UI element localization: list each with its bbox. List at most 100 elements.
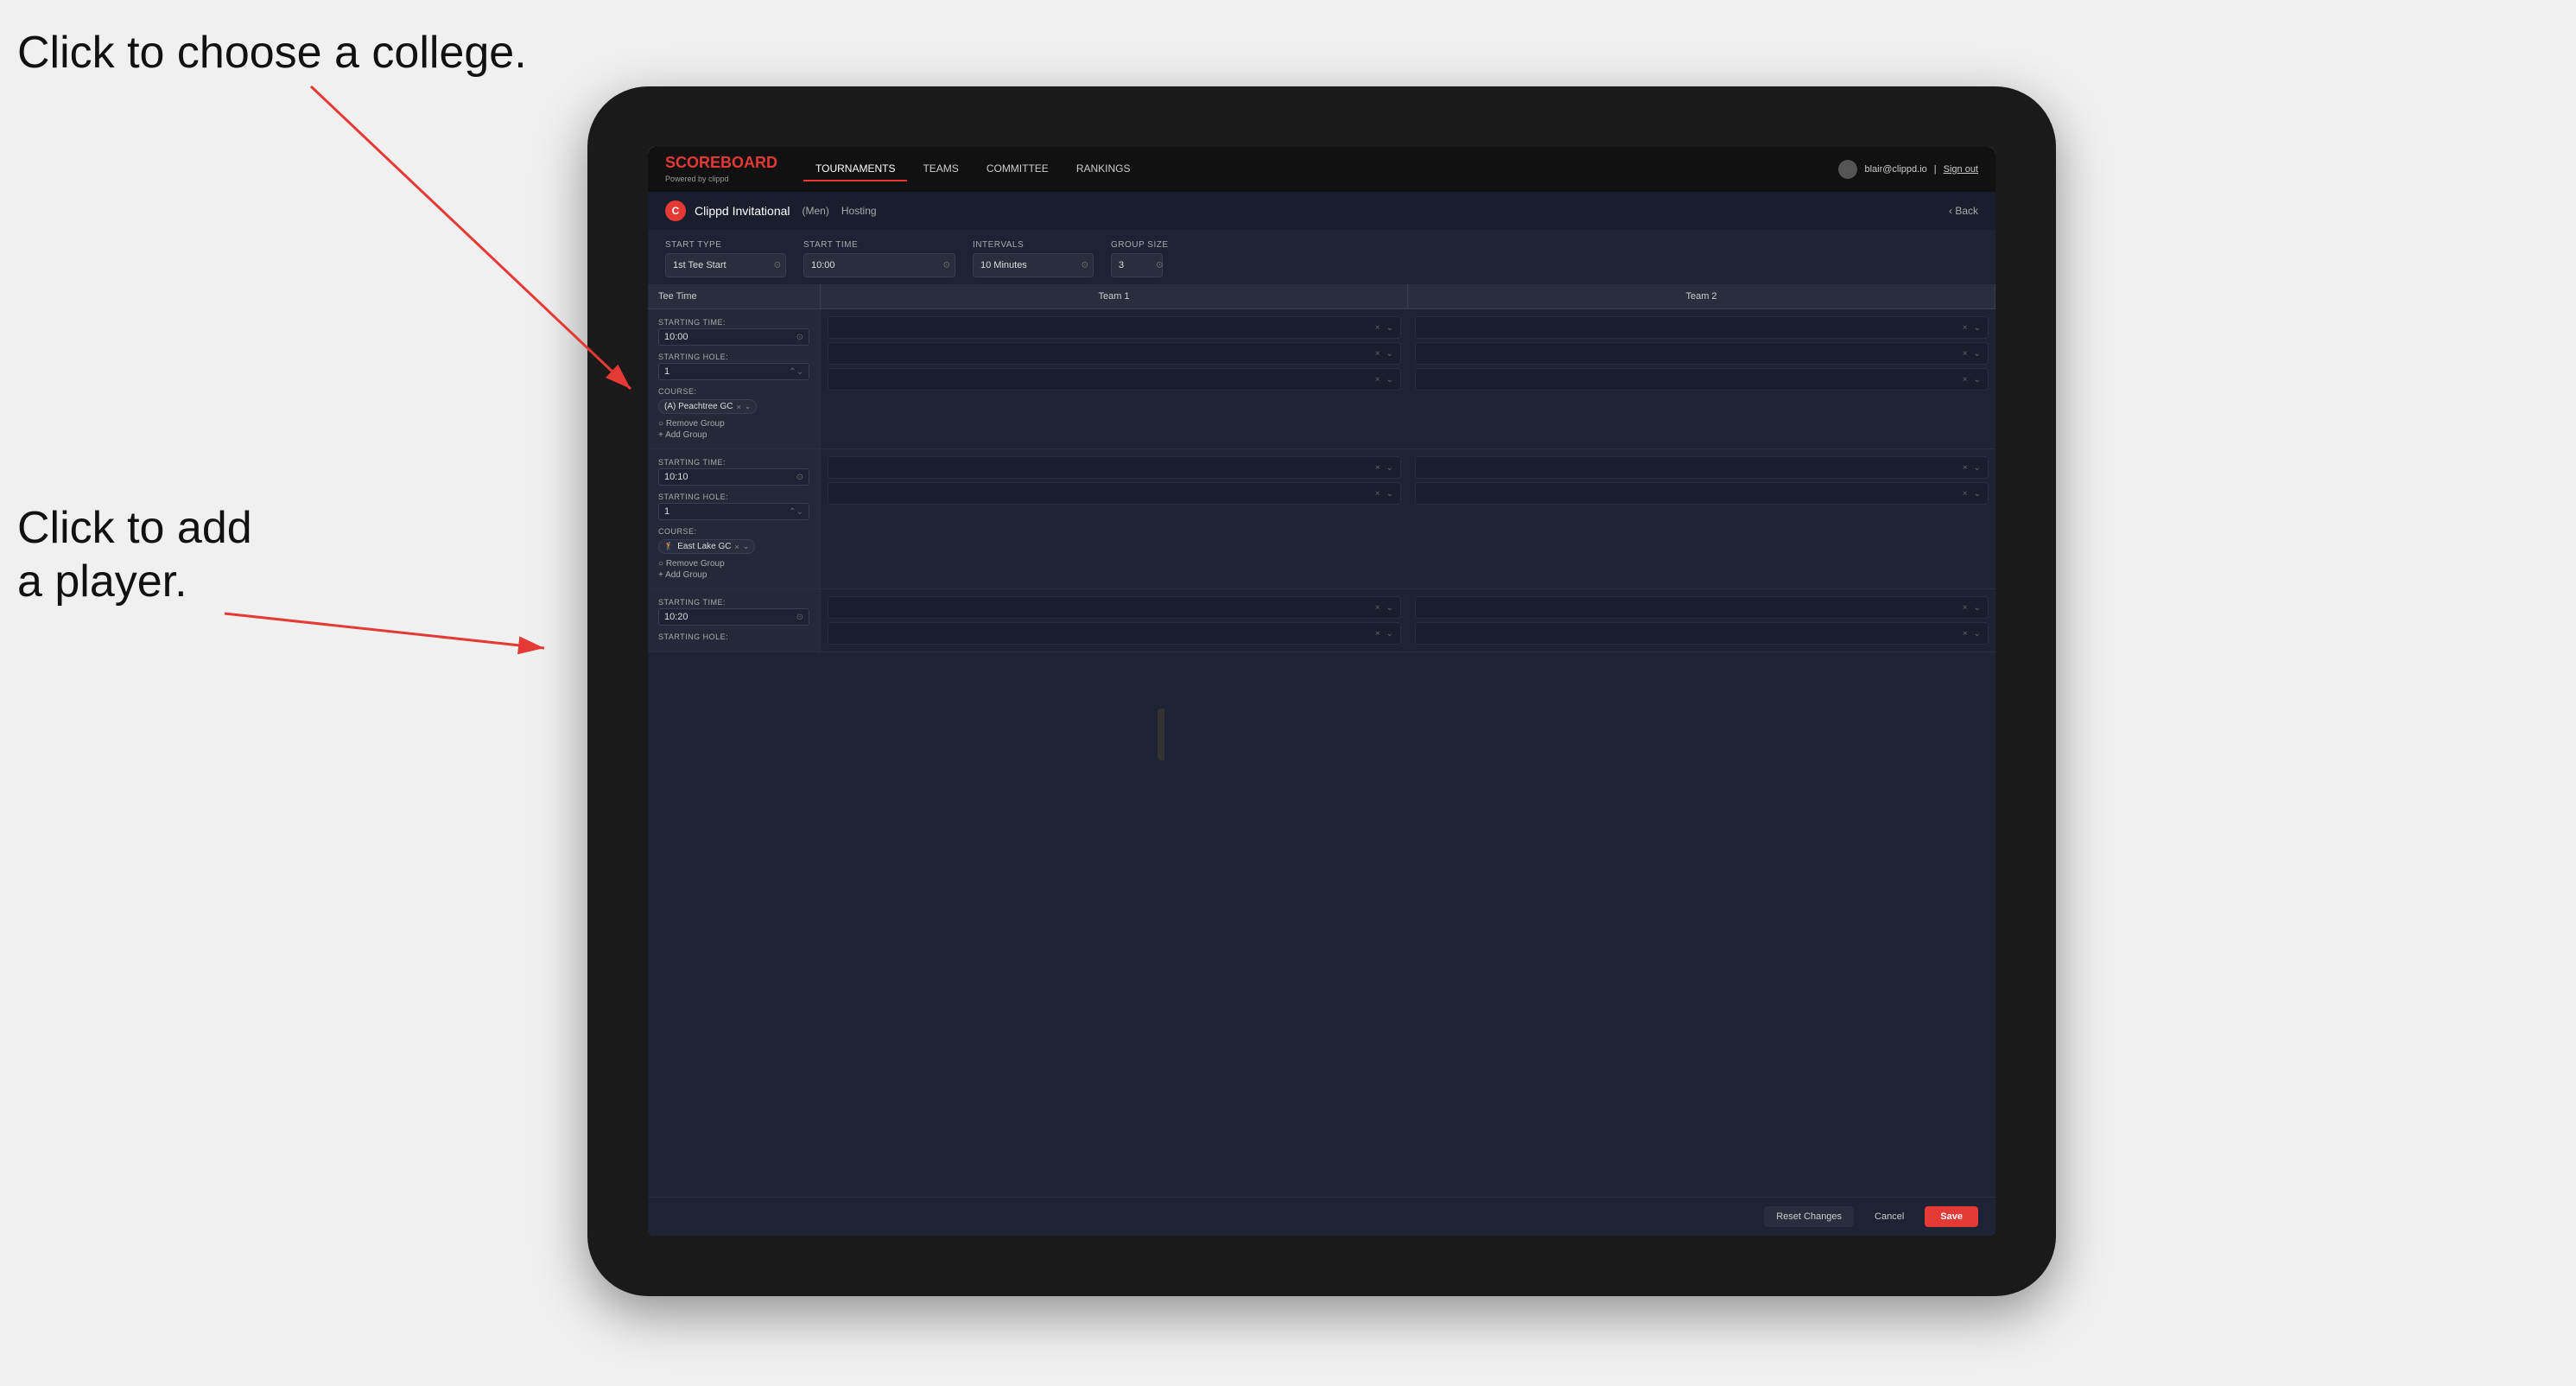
remove-player-btn[interactable]: × bbox=[1961, 629, 1970, 639]
user-avatar bbox=[1838, 160, 1857, 179]
add-group-2[interactable]: + Add Group bbox=[658, 570, 809, 580]
table-row: STARTING TIME: 10:10 ⊙ STARTING HOLE: 1 … bbox=[648, 449, 1995, 589]
starting-hole-value-2[interactable]: 1 ⌃⌄ bbox=[658, 503, 809, 520]
player-slot[interactable]: × ⌄ bbox=[828, 316, 1401, 339]
slot-actions: × ⌄ bbox=[1374, 463, 1395, 473]
player-slot[interactable]: × ⌄ bbox=[1415, 482, 1989, 505]
reorder-player-btn[interactable]: ⌄ bbox=[1972, 603, 1983, 613]
remove-player-btn[interactable]: × bbox=[1374, 375, 1382, 385]
team2-col-3: × ⌄ × ⌄ bbox=[1408, 589, 1995, 652]
remove-player-btn[interactable]: × bbox=[1374, 463, 1382, 473]
remove-player-btn[interactable]: × bbox=[1374, 603, 1382, 613]
slot-actions: × ⌄ bbox=[1961, 489, 1983, 499]
player-slot[interactable]: × ⌄ bbox=[1415, 596, 1989, 619]
starting-hole-label: STARTING HOLE: bbox=[658, 493, 809, 501]
remove-course-2[interactable]: × bbox=[734, 543, 739, 551]
nav-committee[interactable]: COMMITTEE bbox=[974, 157, 1061, 181]
player-slot[interactable]: × ⌄ bbox=[828, 342, 1401, 365]
player-slot[interactable]: × ⌄ bbox=[828, 596, 1401, 619]
info-icon-4: ⌃⌄ bbox=[789, 507, 803, 517]
reorder-player-btn[interactable]: ⌄ bbox=[1385, 349, 1395, 359]
reorder-player-btn[interactable]: ⌄ bbox=[1385, 323, 1395, 333]
player-slot[interactable]: × ⌄ bbox=[828, 622, 1401, 645]
player-slot[interactable]: × ⌄ bbox=[1415, 368, 1989, 391]
reorder-player-btn[interactable]: ⌄ bbox=[1385, 629, 1395, 639]
intervals-select[interactable]: 10 Minutes 8 Minutes 12 Minutes bbox=[973, 253, 1094, 277]
remove-player-btn[interactable]: × bbox=[1961, 323, 1970, 333]
reorder-player-btn[interactable]: ⌄ bbox=[1972, 375, 1983, 385]
remove-course-1[interactable]: × bbox=[736, 403, 740, 411]
course-expand-1[interactable]: ⌄ bbox=[745, 402, 752, 411]
table-body: STARTING TIME: 10:00 ⊙ STARTING HOLE: 1 … bbox=[648, 309, 1995, 1197]
group-actions-1: ○ Remove Group + Add Group bbox=[658, 419, 809, 440]
remove-player-btn[interactable]: × bbox=[1961, 349, 1970, 359]
start-type-group: Start Type 1st Tee Start Shotgun Start bbox=[665, 240, 786, 277]
remove-group-1[interactable]: ○ Remove Group bbox=[658, 419, 809, 429]
remove-player-btn[interactable]: × bbox=[1961, 489, 1970, 499]
starting-time-label: STARTING TIME: bbox=[658, 318, 809, 327]
course-tag-2[interactable]: 🏌 East Lake GC × ⌄ bbox=[658, 539, 755, 554]
starting-hole-label: STARTING HOLE: bbox=[658, 353, 809, 361]
player-slot[interactable]: × ⌄ bbox=[828, 482, 1401, 505]
starting-time-label: STARTING TIME: bbox=[658, 458, 809, 467]
remove-group-2[interactable]: ○ Remove Group bbox=[658, 559, 809, 569]
player-slot[interactable]: × ⌄ bbox=[828, 456, 1401, 479]
reset-changes-button[interactable]: Reset Changes bbox=[1764, 1206, 1854, 1227]
reorder-player-btn[interactable]: ⌄ bbox=[1385, 603, 1395, 613]
intervals-wrapper: 10 Minutes 8 Minutes 12 Minutes bbox=[973, 253, 1094, 277]
back-button[interactable]: Back bbox=[1949, 205, 1978, 217]
course-expand-2[interactable]: ⌄ bbox=[743, 542, 750, 551]
tablet-frame: SCOREBOARD Powered by clippd TOURNAMENTS… bbox=[587, 86, 2056, 1296]
nav-tournaments[interactable]: TOURNAMENTS bbox=[803, 157, 907, 181]
course-label-1: COURSE: bbox=[658, 387, 809, 396]
remove-player-btn[interactable]: × bbox=[1961, 603, 1970, 613]
slot-actions: × ⌄ bbox=[1374, 603, 1395, 613]
reorder-player-btn[interactable]: ⌄ bbox=[1972, 349, 1983, 359]
group-size-select[interactable]: 3 2 4 bbox=[1111, 253, 1163, 277]
remove-player-btn[interactable]: × bbox=[1961, 463, 1970, 473]
intervals-label: Intervals bbox=[973, 240, 1094, 250]
slot-actions: × ⌄ bbox=[1374, 489, 1395, 499]
reorder-player-btn[interactable]: ⌄ bbox=[1972, 463, 1983, 473]
slot-actions: × ⌄ bbox=[1374, 375, 1395, 385]
starting-time-value-3[interactable]: 10:20 ⊙ bbox=[658, 608, 809, 626]
table-row: STARTING TIME: 10:00 ⊙ STARTING HOLE: 1 … bbox=[648, 309, 1995, 449]
reorder-player-btn[interactable]: ⌄ bbox=[1972, 323, 1983, 333]
start-type-select[interactable]: 1st Tee Start Shotgun Start bbox=[665, 253, 786, 277]
player-slot[interactable]: × ⌄ bbox=[1415, 316, 1989, 339]
slot-actions: × ⌄ bbox=[1961, 349, 1983, 359]
reorder-player-btn[interactable]: ⌄ bbox=[1385, 489, 1395, 499]
intervals-group: Intervals 10 Minutes 8 Minutes 12 Minute… bbox=[973, 240, 1094, 277]
add-group-1[interactable]: + Add Group bbox=[658, 430, 809, 440]
slot-actions: × ⌄ bbox=[1961, 603, 1983, 613]
nav-rankings[interactable]: RANKINGS bbox=[1064, 157, 1143, 181]
course-tag-1[interactable]: (A) Peachtree GC × ⌄ bbox=[658, 399, 757, 414]
group-size-label: Group Size bbox=[1111, 240, 1169, 250]
starting-time-value-2[interactable]: 10:10 ⊙ bbox=[658, 468, 809, 486]
slot-actions: × ⌄ bbox=[1374, 349, 1395, 359]
player-slot[interactable]: × ⌄ bbox=[1415, 622, 1989, 645]
reorder-player-btn[interactable]: ⌄ bbox=[1972, 629, 1983, 639]
remove-player-btn[interactable]: × bbox=[1374, 489, 1382, 499]
remove-player-btn[interactable]: × bbox=[1374, 349, 1382, 359]
remove-player-btn[interactable]: × bbox=[1961, 375, 1970, 385]
start-time-input[interactable] bbox=[803, 253, 955, 277]
slot-actions: × ⌄ bbox=[1961, 375, 1983, 385]
starting-hole-value-1[interactable]: 1 ⌃⌄ bbox=[658, 363, 809, 380]
starting-time-value-1[interactable]: 10:00 ⊙ bbox=[658, 328, 809, 346]
col-team1: Team 1 bbox=[821, 284, 1408, 308]
nav-teams[interactable]: TEAMS bbox=[910, 157, 970, 181]
reorder-player-btn[interactable]: ⌄ bbox=[1972, 489, 1983, 499]
tablet-side-button[interactable] bbox=[1158, 709, 1164, 760]
player-slot[interactable]: × ⌄ bbox=[1415, 342, 1989, 365]
player-slot[interactable]: × ⌄ bbox=[828, 368, 1401, 391]
cancel-button[interactable]: Cancel bbox=[1862, 1206, 1916, 1227]
remove-player-btn[interactable]: × bbox=[1374, 323, 1382, 333]
reorder-player-btn[interactable]: ⌄ bbox=[1385, 375, 1395, 385]
save-button[interactable]: Save bbox=[1925, 1206, 1978, 1227]
col-tee-time: Tee Time bbox=[648, 284, 821, 308]
sign-out-link[interactable]: Sign out bbox=[1944, 164, 1978, 175]
reorder-player-btn[interactable]: ⌄ bbox=[1385, 463, 1395, 473]
player-slot[interactable]: × ⌄ bbox=[1415, 456, 1989, 479]
remove-player-btn[interactable]: × bbox=[1374, 629, 1382, 639]
